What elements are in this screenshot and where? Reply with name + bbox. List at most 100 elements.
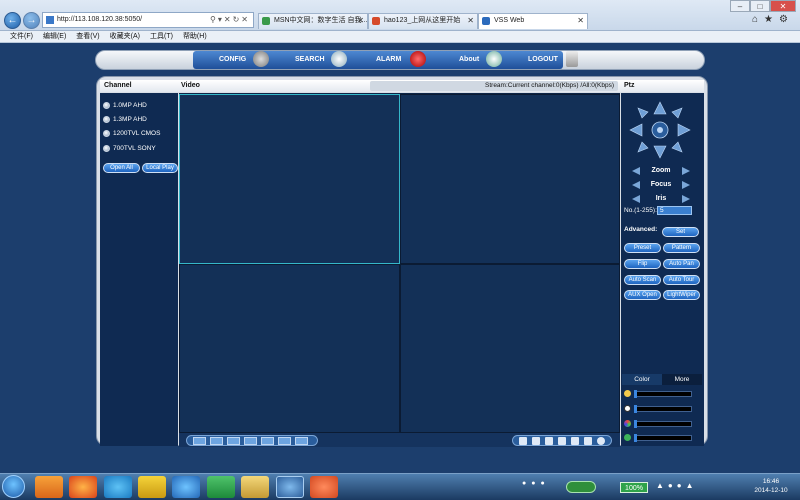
local-play-button[interactable]: Local Play [142,163,178,173]
back-button[interactable]: ← [4,12,21,29]
globe-icon[interactable] [486,51,502,67]
tab-msn[interactable]: MSN中文网：数字生活 自我... ✕ [258,13,368,29]
stream-icon[interactable] [532,437,540,445]
snapshot-icon[interactable] [558,437,566,445]
pattern-button[interactable]: Pattern [663,243,700,253]
brightness-slider[interactable] [622,388,692,399]
fullscreen-icon[interactable] [295,437,308,445]
layout-1-icon[interactable] [193,437,206,445]
menu-view[interactable]: 查看(V) [76,31,99,42]
layout-9-icon[interactable] [261,437,274,445]
nav-logout[interactable]: LOGOUT [528,53,558,67]
tab-hao123[interactable]: hao123_上网从这里开始 ✕ [368,13,478,29]
minimize-button[interactable]: – [730,0,750,12]
hue-slider[interactable] [622,432,692,443]
skype-icon[interactable] [104,476,132,498]
auto-scan-button[interactable]: Auto Scan [624,275,661,285]
system-tray-icons[interactable]: ▲●●▲ [656,481,698,490]
open-all-button[interactable]: Open All [103,163,140,173]
saturation-slider[interactable] [622,418,692,429]
menu-file[interactable]: 文件(F) [10,31,33,42]
slider-knob[interactable] [634,434,637,442]
flip-button[interactable]: Flip [624,259,661,269]
video-cell-1[interactable] [179,94,400,264]
close-window-button[interactable]: ✕ [770,0,796,12]
slider-knob[interactable] [634,390,637,398]
ie-icon[interactable] [172,476,200,498]
ptz-direction-pad[interactable] [628,100,692,160]
iris-control[interactable]: Iris [628,193,694,205]
gear-icon[interactable] [253,51,269,67]
excel-icon[interactable] [207,476,235,498]
lightwiper-button[interactable]: LightWiper [663,290,700,300]
tab-more[interactable]: More [662,374,702,385]
app-icon[interactable] [138,476,166,498]
battery-icon[interactable] [566,481,596,493]
close-icon[interactable]: ✕ [357,14,364,28]
layout-6-icon[interactable] [227,437,240,445]
firefox-icon[interactable] [69,476,97,498]
home-star-gear-icons[interactable]: ⌂★⚙ [752,14,794,25]
close-all-icon[interactable] [597,437,605,445]
iris-open-icon[interactable] [682,195,690,203]
nav-about[interactable]: About [459,53,479,67]
explorer-icon[interactable] [241,476,269,498]
video-cell-3[interactable] [179,264,400,433]
nav-search[interactable]: SEARCH [295,53,325,67]
preset-button[interactable]: Preset [624,243,661,253]
layout-4-icon[interactable] [210,437,223,445]
menu-tools[interactable]: 工具(T) [150,31,173,42]
zoom-control[interactable]: Zoom [628,165,694,177]
vlc-icon[interactable] [35,476,63,498]
video-cell-4[interactable] [400,264,620,433]
slider-track[interactable] [634,406,692,412]
set-button[interactable]: Set [662,227,699,237]
nav-config[interactable]: CONFIG [219,53,246,67]
search-refresh-icons[interactable]: ⚲▾✕↻✕ [210,13,250,27]
tab-color[interactable]: Color [622,374,662,385]
slider-track[interactable] [634,391,692,397]
monitor-icon[interactable] [519,437,527,445]
channel-item[interactable]: 1.0MP AHD [103,100,147,111]
auto-tour-button[interactable]: Auto Tour [663,275,700,285]
channel-item[interactable]: 1.3MP AHD [103,114,147,125]
layout-8-icon[interactable] [244,437,257,445]
layout-16-icon[interactable] [278,437,291,445]
zoom-out-icon[interactable] [632,167,640,175]
slider-knob[interactable] [634,420,637,428]
magnifier-icon[interactable] [331,51,347,67]
forward-button[interactable]: → [23,12,40,29]
maximize-button[interactable]: □ [750,0,770,12]
audio-icon[interactable] [584,437,592,445]
zoom-level[interactable]: 100% [620,482,648,493]
slider-track[interactable] [634,435,692,441]
aux-open-button[interactable]: AUX Open [624,290,661,300]
menu-edit[interactable]: 编辑(E) [43,31,66,42]
slider-knob[interactable] [634,405,637,413]
ie-active-icon[interactable] [276,476,304,498]
record-icon[interactable] [545,437,553,445]
close-icon[interactable]: ✕ [467,14,474,28]
focus-near-icon[interactable] [632,181,640,189]
start-button[interactable] [2,475,25,498]
close-icon[interactable]: ✕ [577,14,584,28]
channel-item[interactable]: 1200TVL CMOS [103,128,160,139]
address-bar[interactable]: http://113.108.120.38:5050/ ⚲▾✕↻✕ [42,12,254,28]
contrast-slider[interactable] [622,403,692,414]
clock[interactable]: 16:46 2014-12-10 [748,477,794,495]
menu-favorites[interactable]: 收藏夹(A) [110,31,140,42]
iris-close-icon[interactable] [632,195,640,203]
zoom-in-icon[interactable] [682,167,690,175]
nav-alarm[interactable]: ALARM [376,53,401,67]
preset-number-input[interactable]: 5 [657,206,692,215]
door-icon[interactable] [566,51,578,67]
siren-icon[interactable] [410,51,426,67]
video-cell-2[interactable] [400,94,620,264]
app2-icon[interactable] [310,476,338,498]
tray-icons[interactable]: ●●● [522,480,550,487]
tab-vss-web[interactable]: VSS Web ✕ [478,13,588,29]
focus-far-icon[interactable] [682,181,690,189]
auto-pan-button[interactable]: Auto Pan [663,259,700,269]
talk-icon[interactable] [571,437,579,445]
channel-item[interactable]: 700TVL SONY [103,143,156,154]
